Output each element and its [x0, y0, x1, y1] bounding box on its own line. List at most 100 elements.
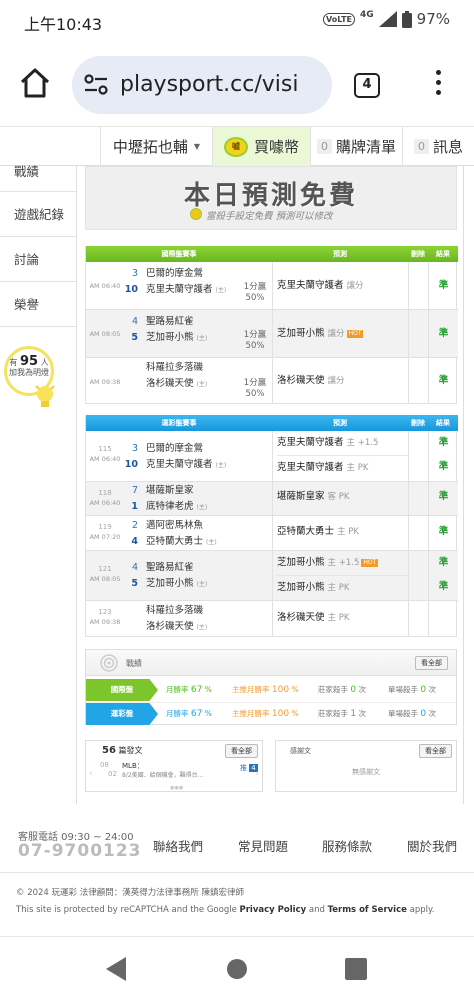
back-icon[interactable] — [106, 957, 128, 981]
header-prediction: 預測 — [333, 250, 347, 258]
more-options-icon[interactable] — [432, 70, 444, 100]
home-icon[interactable] — [18, 66, 52, 100]
handicap-odds: 1分贏 50% — [243, 330, 267, 351]
matchup: 巴爾的摩金鶯 克里夫蘭守護者 (主) — [146, 443, 227, 470]
thanks-heading: 感謝文 — [290, 747, 311, 755]
url-text: playsport.cc/visi — [120, 72, 299, 97]
prediction-cell[interactable]: 洛杉磯天使 讓分 — [272, 358, 408, 404]
matchup: 聖路易紅雀 芝加哥小熊 (主) — [146, 562, 208, 589]
result-cell: 準準 — [428, 551, 458, 600]
privacy-policy-link[interactable]: Privacy Policy — [240, 905, 307, 915]
tab-switcher-button[interactable]: 4 — [354, 73, 380, 98]
game-time: 119 AM 07:20 — [89, 523, 121, 541]
team-numbers: 3 10 — [124, 268, 138, 295]
thanks-view-all-button[interactable]: 看全部 — [419, 744, 452, 758]
intl-odds-table: 國際盤賽事 預測 刪除 結果 AM 06:40 3 10 巴爾的摩金鶯 克里夫蘭守護… — [85, 246, 458, 404]
buy-coins-label: 買噱幣 — [253, 138, 299, 156]
post-item[interactable]: MLB： 8/2美國．給個機會，難得台... — [122, 761, 203, 781]
posts-view-all-button[interactable]: 看全部 — [225, 744, 258, 758]
hot-badge: HOT — [346, 330, 364, 338]
game-time: AM 06:40 — [89, 282, 121, 290]
footer-link-about[interactable]: 關於我們 — [407, 836, 457, 855]
table-row: AM 08:05 45 聖路易紅雀 芝加哥小熊 (主) 1分贏 50% 芝加哥小熊 … — [86, 310, 458, 358]
system-nav-bar — [0, 936, 474, 1000]
result-cell: 準 — [428, 482, 458, 515]
tw-lottery-table: 運彩盤賽事 預測 刪除 結果 115 AM 06:40 3 10 巴爾的摩金鶯 克里夫… — [85, 415, 458, 637]
result-cell: 準 — [428, 358, 458, 404]
sidebar-item-discussion[interactable]: 討論 — [0, 237, 76, 282]
delete-cell — [408, 601, 428, 637]
status-bar: 上午10:43 VoLTE 4G 97% — [0, 0, 474, 44]
result-cell: 準 — [428, 262, 458, 309]
followers-suffix: 人 — [40, 358, 49, 367]
cart-count: 0 — [316, 139, 332, 154]
site-settings-icon[interactable] — [84, 74, 108, 96]
message-count: 0 — [413, 139, 429, 154]
team-numbers: 71 — [131, 485, 138, 512]
caret-down-icon: ▼ — [193, 142, 201, 151]
delete-cell — [408, 262, 428, 309]
chevron-right-icon[interactable]: › — [255, 769, 259, 779]
header-prediction: 預測 — [333, 419, 347, 427]
record-view-all-button[interactable]: 看全部 — [415, 656, 448, 670]
delete-cell — [408, 358, 428, 404]
prediction-cell[interactable]: 堪薩斯皇家 客 PK — [272, 482, 408, 515]
followers-note: 加我為明燈 — [9, 368, 49, 377]
terms-of-service-link[interactable]: Terms of Service — [328, 905, 407, 915]
header-delete: 刪除 — [411, 419, 425, 427]
team-numbers: 45 — [131, 562, 138, 589]
game-time: 121 AM 08:05 — [89, 565, 121, 583]
address-bar[interactable]: playsport.cc/visi — [72, 56, 332, 114]
table-row: 115 AM 06:40 3 10 巴爾的摩金鶯 克里夫蘭守護者 (主) 克里夫蘭守護… — [86, 431, 458, 482]
carousel-dots: ●●● — [170, 785, 184, 791]
signal-icon — [378, 11, 397, 27]
prediction-cell[interactable]: 亞特蘭大勇士 主 PK — [272, 516, 408, 550]
profile-sidebar: 戰績 遊戲紀錄 討論 榮譽 有 95 人 加我為明燈 — [0, 165, 76, 407]
footer-link-faq[interactable]: 常見問題 — [238, 836, 288, 855]
home-circle-icon[interactable] — [226, 958, 248, 980]
footer-link-contact[interactable]: 聯絡我們 — [153, 836, 203, 855]
month-win-rate: 月勝率 67 % — [166, 685, 212, 695]
buy-coins-button[interactable]: 噓 買噱幣 — [212, 127, 310, 166]
free-prediction-banner: 本日預測免費 當殺手設定免費 預測可以修改 — [85, 166, 457, 230]
battery-level: 97% — [416, 10, 450, 28]
prediction-cell[interactable]: 洛杉磯天使 主 PK — [272, 601, 408, 637]
header-result: 結果 — [436, 250, 450, 258]
single-killer-count: 單場殺手 0 次 — [388, 709, 437, 719]
cart-link[interactable]: 0 購牌清單 — [310, 127, 402, 166]
table-row: 119 AM 07:20 24 邁阿密馬林魚 亞特蘭大勇士 (主) 亞特蘭大勇士 主… — [86, 516, 458, 551]
banker-killer-count: 莊家殺手 0 次 — [318, 685, 367, 695]
user-menu[interactable]: 中壢拓也輔 ▼ — [100, 127, 212, 166]
game-time: 118 AM 06:40 — [89, 489, 121, 507]
site-nav: 中壢拓也輔 ▼ 噓 買噱幣 0 購牌清單 0 訊息 — [0, 126, 474, 166]
team-numbers: 24 — [131, 520, 138, 547]
game-time: 123 AM 09:38 — [89, 608, 121, 626]
prediction-cell[interactable]: 克里夫蘭守護者 主 +1.5 克里夫蘭守護者 主 PK — [272, 431, 408, 481]
lightbulb-icon — [35, 385, 55, 407]
handicap-odds: 1分贏 50% — [243, 282, 267, 303]
delete-cell — [408, 431, 428, 481]
user-menu-label: 中壢拓也輔 — [112, 138, 188, 156]
thanks-empty: 無感謝文 — [352, 768, 380, 776]
header-delete: 刪除 — [411, 250, 425, 258]
hot-badge: HOT — [361, 559, 379, 567]
sidebar-item-game-history[interactable]: 遊戲紀錄 — [0, 192, 76, 237]
table-row: 118 AM 06:40 71 堪薩斯皇家 底特律老虎 (主) 堪薩斯皇家 客 PK… — [86, 482, 458, 516]
result-cell: 準準 — [428, 431, 458, 481]
main-pick-win-rate: 主推月勝率 100 % — [232, 685, 299, 695]
messages-link[interactable]: 0 訊息 — [402, 127, 474, 166]
table-row: AM 06:40 3 10 巴爾的摩金鶯 克里夫蘭守護者 (主) 1分贏 50% 克里… — [86, 262, 458, 310]
prediction-cell[interactable]: 芝加哥小熊 主 +1.5 HOT 芝加哥小熊 主 PK — [272, 551, 408, 600]
sidebar-item-record[interactable]: 戰績 — [0, 165, 76, 192]
prediction-cell[interactable]: 芝加哥小熊 讓分 HOT — [272, 310, 408, 357]
recents-icon[interactable] — [345, 958, 367, 980]
delete-cell — [408, 310, 428, 357]
sidebar-item-honors[interactable]: 榮譽 — [0, 282, 76, 327]
chevron-left-icon[interactable]: ‹ — [89, 769, 93, 779]
status-time: 上午10:43 — [24, 15, 103, 34]
prediction-cell[interactable]: 克里夫蘭守護者 讓分 — [272, 262, 408, 309]
footer-link-terms[interactable]: 服務條款 — [322, 836, 372, 855]
result-cell: 準 — [428, 310, 458, 357]
hotline-phone[interactable]: 07-9700123 — [18, 841, 142, 861]
copyright: © 2024 玩運彩 法律顧問：漢英得力法律事務所 陳鎮宏律師 — [16, 888, 244, 898]
